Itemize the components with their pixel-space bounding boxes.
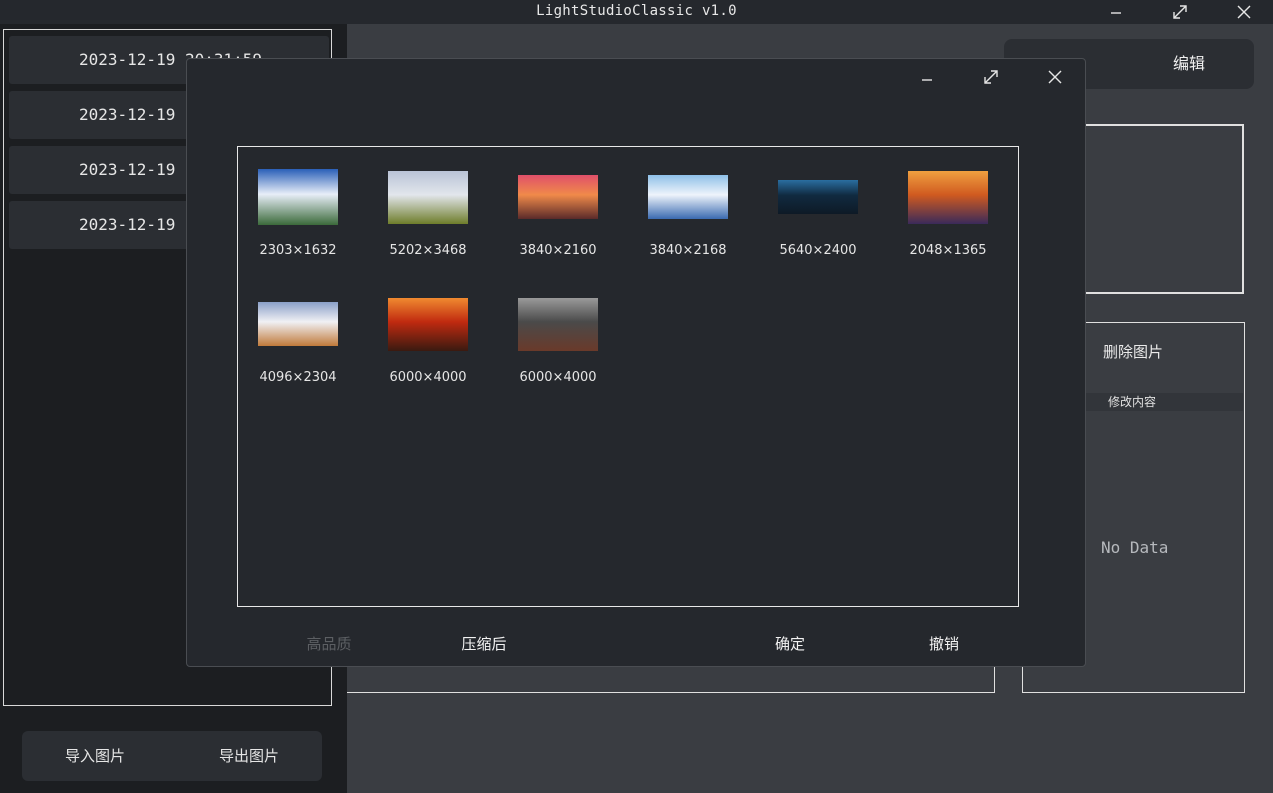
image-thumbnail-cell[interactable]: 6000×4000 <box>498 296 618 406</box>
image-gallery: 2303×1632 5202×3468 3840×2160 3840×2168 5640… <box>237 146 1019 607</box>
image-resolution-label: 2303×1632 <box>259 243 337 258</box>
image-resolution-label: 6000×4000 <box>519 370 597 385</box>
close-button[interactable] <box>1224 0 1264 24</box>
image-resolution-label: 6000×4000 <box>389 370 467 385</box>
dialog-maximize-button[interactable] <box>976 63 1006 91</box>
image-resolution-label: 5640×2400 <box>779 243 857 258</box>
image-picker-dialog: 2303×1632 5202×3468 3840×2160 3840×2168 5640… <box>186 58 1086 667</box>
image-thumbnail-cell[interactable]: 6000×4000 <box>368 296 488 406</box>
history-timestamp: 2023-12-19 2 <box>79 215 195 234</box>
image-resolution-label: 3840×2168 <box>649 243 727 258</box>
image-resolution-label: 4096×2304 <box>259 370 337 385</box>
maximize-button[interactable] <box>1160 0 1200 24</box>
minimize-icon <box>1111 12 1121 14</box>
image-resolution-label: 3840×2160 <box>519 243 597 258</box>
expand-icon <box>1173 5 1187 19</box>
image-thumbnail-cell[interactable]: 2048×1365 <box>888 169 1008 279</box>
minimize-button[interactable] <box>1096 0 1136 24</box>
image-thumbnail <box>778 180 858 214</box>
high-quality-button[interactable]: 高品质 <box>269 629 389 659</box>
image-thumbnail <box>648 175 728 219</box>
compressed-button[interactable]: 压缩后 <box>424 629 544 659</box>
confirm-button[interactable]: 确定 <box>730 629 850 659</box>
image-thumbnail <box>908 170 988 224</box>
dialog-minimize-button[interactable] <box>912 63 942 91</box>
image-thumbnail <box>388 297 468 351</box>
image-thumbnail-cell[interactable]: 3840×2160 <box>498 169 618 279</box>
title-bar: LightStudioClassic v1.0 <box>0 0 1273 24</box>
close-icon <box>1237 5 1251 19</box>
close-icon <box>1048 70 1062 84</box>
delete-image-button[interactable]: 删除图片 <box>1103 341 1163 362</box>
image-thumbnail <box>258 302 338 346</box>
image-thumbnail-cell[interactable]: 4096×2304 <box>238 296 358 406</box>
image-thumbnail <box>518 297 598 351</box>
history-timestamp: 2023-12-19 2 <box>79 105 195 124</box>
image-actions-bar: 导入图片 导出图片 <box>22 731 322 781</box>
cancel-button[interactable]: 撤销 <box>884 629 1004 659</box>
empty-state-text: No Data <box>1101 538 1169 557</box>
image-thumbnail-cell[interactable]: 3840×2168 <box>628 169 748 279</box>
export-image-button[interactable]: 导出图片 <box>184 731 314 781</box>
image-thumbnail <box>258 169 338 225</box>
image-resolution-label: 2048×1365 <box>909 243 987 258</box>
tab-edit[interactable]: 编辑 <box>1124 39 1254 89</box>
modify-content-header: 修改内容 <box>1085 393 1243 411</box>
image-resolution-label: 5202×3468 <box>389 243 467 258</box>
image-thumbnail-cell[interactable]: 5640×2400 <box>758 169 878 279</box>
image-thumbnail-cell[interactable]: 2303×1632 <box>238 169 358 279</box>
history-timestamp: 2023-12-19 2 <box>79 160 195 179</box>
import-image-button[interactable]: 导入图片 <box>30 731 160 781</box>
image-thumbnail-cell[interactable]: 5202×3468 <box>368 169 488 279</box>
minimize-icon <box>922 79 932 81</box>
expand-icon <box>984 70 998 84</box>
image-thumbnail <box>518 175 598 219</box>
window-title: LightStudioClassic v1.0 <box>536 3 737 19</box>
image-thumbnail <box>388 170 468 224</box>
dialog-close-button[interactable] <box>1040 63 1070 91</box>
